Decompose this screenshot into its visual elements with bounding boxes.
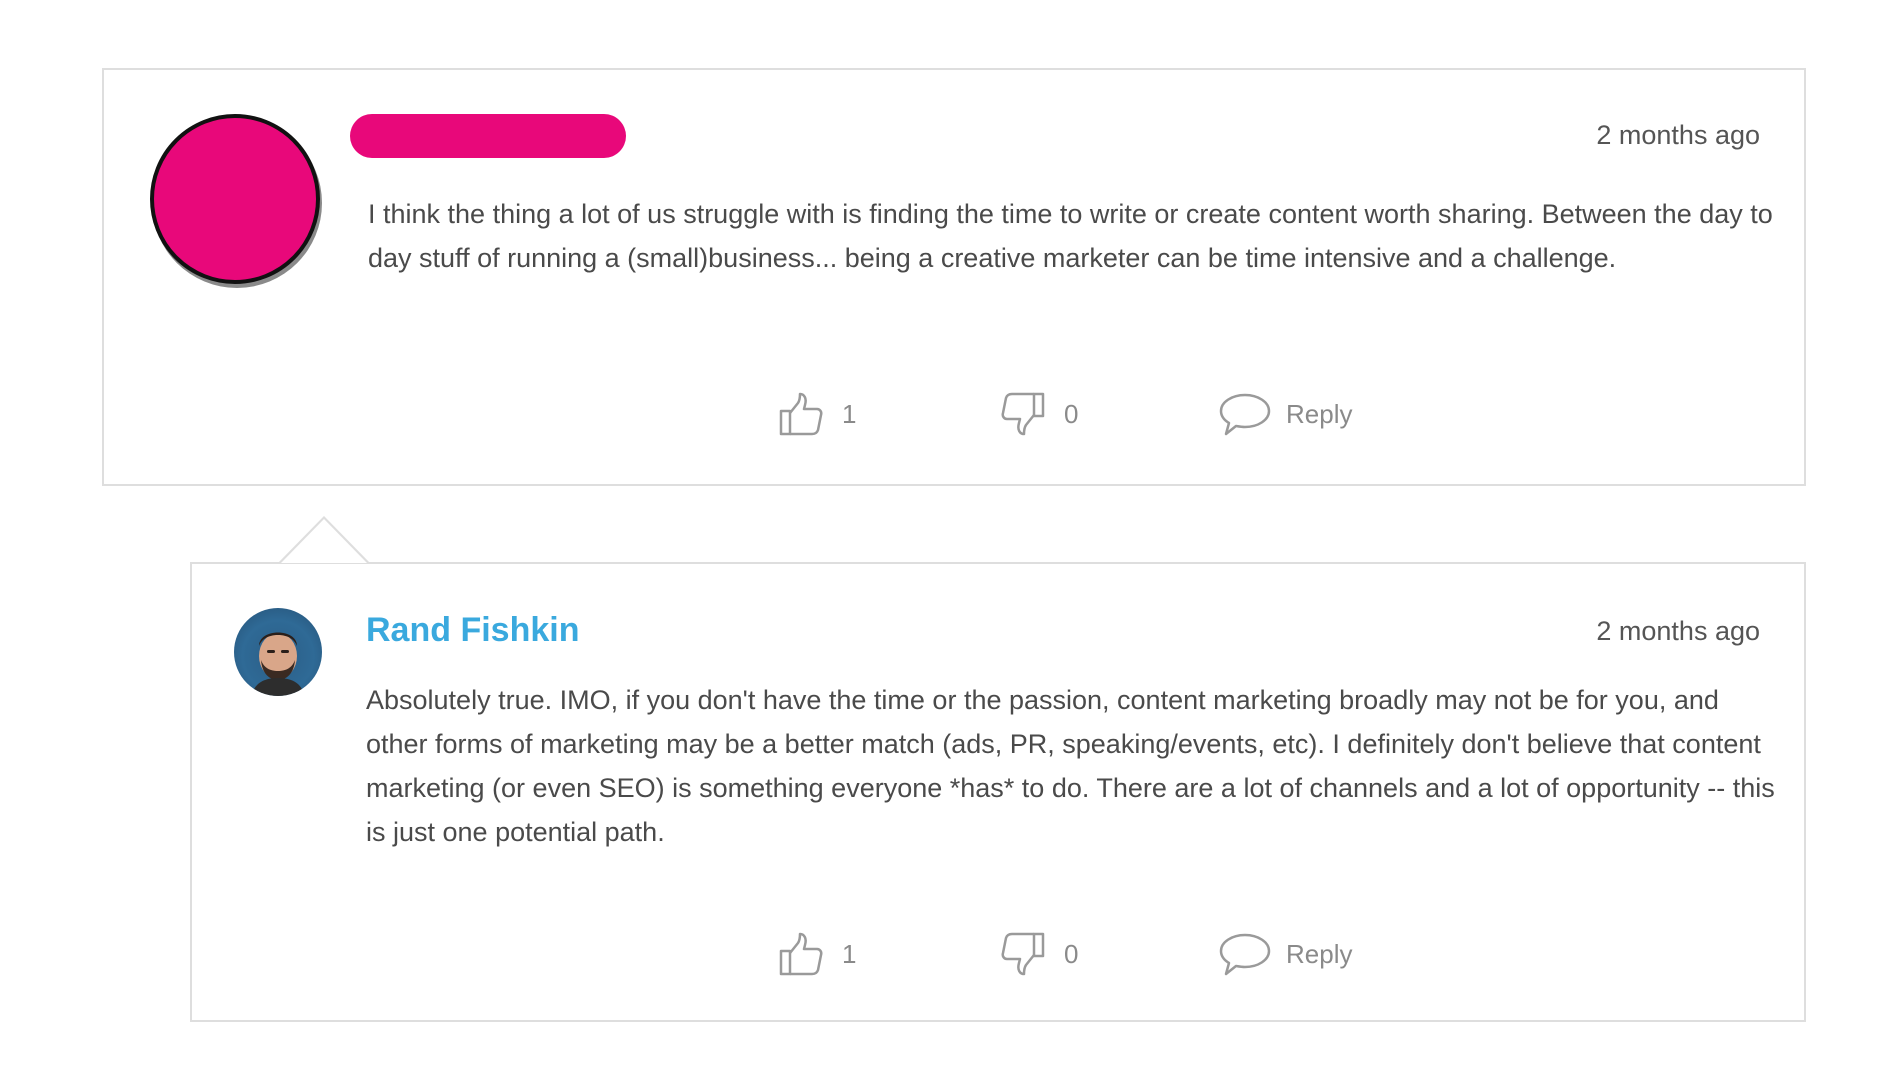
author-name-redacted — [350, 114, 626, 158]
reply-connector-fill — [281, 519, 367, 563]
author-name-link[interactable]: Rand Fishkin — [366, 608, 579, 652]
speech-bubble-icon — [1218, 931, 1272, 977]
reply-button[interactable]: Reply — [1218, 926, 1352, 982]
dislike-count: 0 — [1064, 398, 1079, 429]
dislike-button[interactable]: 0 — [1000, 926, 1078, 982]
thumbs-up-icon — [778, 931, 824, 977]
avatar[interactable] — [234, 608, 322, 696]
dislike-button[interactable]: 0 — [1000, 386, 1078, 442]
like-count: 1 — [842, 398, 857, 429]
like-count: 1 — [842, 938, 857, 969]
comment-timestamp: 2 months ago — [1596, 120, 1760, 150]
like-button[interactable]: 1 — [778, 386, 856, 442]
like-button[interactable]: 1 — [778, 926, 856, 982]
comment-timestamp: 2 months ago — [1596, 616, 1760, 646]
comment-body: Absolutely true. IMO, if you don't have … — [366, 685, 1775, 847]
avatar-redacted — [150, 114, 320, 284]
reply-button[interactable]: Reply — [1218, 386, 1352, 442]
dislike-count: 0 — [1064, 938, 1079, 969]
thumbs-up-icon — [778, 391, 824, 437]
comment-body: I think the thing a lot of us struggle w… — [368, 199, 1773, 273]
speech-bubble-icon — [1218, 391, 1272, 437]
comment-card: 2 months ago I think the thing a lot of … — [102, 68, 1806, 486]
comment-thread: 2 months ago I think the thing a lot of … — [0, 0, 1890, 1080]
reply-label: Reply — [1286, 938, 1353, 969]
thumbs-down-icon — [1000, 391, 1046, 437]
reply-card: Rand Fishkin 2 months ago Absolutely tru… — [190, 562, 1806, 1022]
reply-label: Reply — [1286, 398, 1353, 429]
thumbs-down-icon — [1000, 931, 1046, 977]
